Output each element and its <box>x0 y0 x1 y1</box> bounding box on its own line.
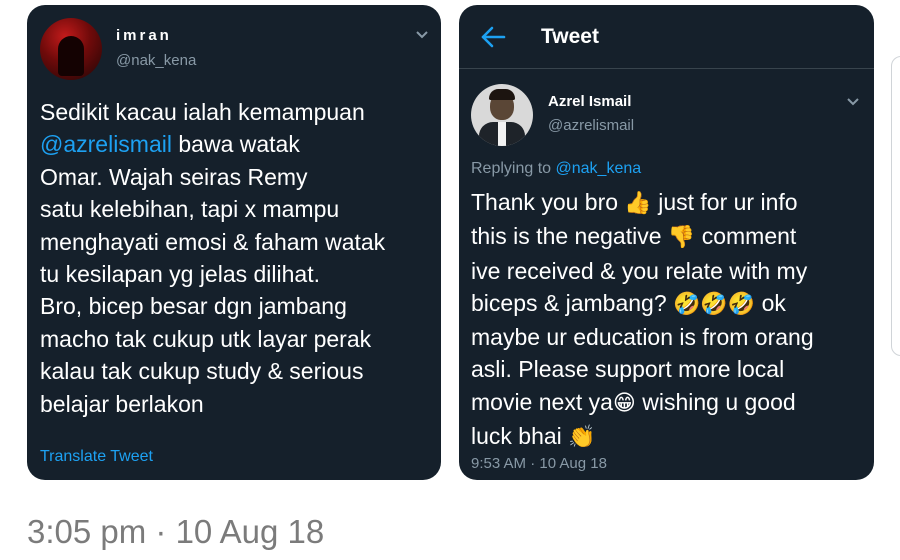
tweet-text: Thank you bro 👍 just for ur info this is … <box>471 186 866 454</box>
tweet-line: asli. Please support more local <box>471 353 866 385</box>
translate-tweet-link[interactable]: Translate Tweet <box>40 448 153 466</box>
replying-handle-link[interactable]: @nak_kena <box>556 160 642 177</box>
tweet-text-segment: luck bhai <box>471 423 569 450</box>
tweet-text-segment: menghayati emosi & faham watak <box>40 228 386 255</box>
avatar-shirt <box>498 122 506 146</box>
tweet-text-segment: tu kesilapan yg jelas dilihat. <box>40 261 320 288</box>
tweet-line: maybe ur education is from orang <box>471 321 866 353</box>
tweet-line: Thank you bro 👍 just for ur info <box>471 186 866 220</box>
chevron-down-icon[interactable] <box>415 30 429 40</box>
display-name[interactable]: Azrel Ismail <box>548 93 631 110</box>
tweet-text-segment: ive received & you relate with my <box>471 257 808 284</box>
tweet-text: Sedikit kacau ialah kemampuan @azrelismai… <box>40 96 432 420</box>
tweet-line: @azrelismail bawa watak <box>40 128 432 160</box>
emoji: 🤣🤣🤣 <box>673 291 756 317</box>
post-timestamp: 3:05 pm · 10 Aug 18 <box>27 513 325 550</box>
emoji: 👍 <box>624 191 652 216</box>
avatar-silhouette <box>58 36 84 76</box>
tweet-text-segment: just for ur info <box>651 189 798 215</box>
tweet-text-segment: belajar berlakon <box>40 390 204 417</box>
tweet-text-segment: kalau tak cukup study & serious <box>40 358 364 385</box>
tweet-line: Omar. Wajah seiras Remy <box>40 161 432 193</box>
tweet-line: Sedikit kacau ialah kemampuan <box>40 96 432 128</box>
left-tweet-card: imran @nak_kena Sedikit kacau ialah kema… <box>27 5 441 480</box>
tweet-text-segment: this is the negative <box>471 223 668 250</box>
tweet-text-segment: satu kelebihan, tapi x mampu <box>40 196 340 223</box>
mention-link[interactable]: @azrelismail <box>40 131 172 157</box>
tweet-text-segment: Thank you bro <box>471 189 625 215</box>
tweet-line: Bro, bicep besar dgn jambang <box>40 290 432 322</box>
emoji: 👏 <box>568 425 596 451</box>
profile-avatar[interactable] <box>40 18 102 80</box>
user-handle[interactable]: @nak_kena <box>116 52 196 69</box>
tweet-line: belajar berlakon <box>40 388 432 420</box>
emoji: 👎 <box>667 225 696 251</box>
tweet-line: this is the negative 👎 comment <box>471 220 866 254</box>
page-title: Tweet <box>541 25 599 48</box>
tweet-line: macho tak cukup utk layar perak <box>40 323 432 355</box>
tweet-line: luck bhai 👏 <box>471 420 866 454</box>
emoji: 😁 <box>612 390 636 416</box>
tweet-text-segment: Bro, bicep besar dgn jambang <box>40 293 347 320</box>
avatar-hair <box>489 89 515 100</box>
tweet-line: menghayati emosi & faham watak <box>40 226 432 258</box>
adjacent-card-edge <box>891 56 900 356</box>
replying-to: Replying to @nak_kena <box>471 160 641 178</box>
tweet-text-segment: wishing u good <box>635 388 796 415</box>
tweet-text-segment: Sedikit kacau ialah kemampuan <box>40 99 365 125</box>
tweet-text-segment: maybe ur education is from orang <box>471 324 814 351</box>
tweet-line: biceps & jambang? 🤣🤣🤣 ok <box>471 287 866 321</box>
profile-avatar[interactable] <box>471 84 533 146</box>
tweet-line: ive received & you relate with my <box>471 255 866 287</box>
tweet-detail-view: Tweet Azrel Ismail @azrelismail Replying… <box>459 5 874 480</box>
tweet-text-segment: biceps & jambang? <box>471 289 674 316</box>
replying-prefix: Replying to <box>471 160 556 177</box>
tweet-text-segment: macho tak cukup utk layar perak <box>40 325 372 352</box>
display-name[interactable]: imran <box>116 27 172 44</box>
tweet-text-segment: ok <box>755 289 786 316</box>
top-bar: Tweet <box>459 5 874 69</box>
tweet-line: tu kesilapan yg jelas dilihat. <box>40 258 432 290</box>
tweet-line: satu kelebihan, tapi x mampu <box>40 193 432 225</box>
tweet-text-segment: asli. Please support more local <box>471 356 785 383</box>
user-handle[interactable]: @azrelismail <box>548 117 634 134</box>
back-arrow-icon[interactable] <box>480 25 506 49</box>
tweet-timestamp[interactable]: 9:53 AM · 10 Aug 18 <box>471 455 607 472</box>
tweet-text-segment: movie next ya <box>471 388 613 415</box>
tweet-line: kalau tak cukup study & serious <box>40 355 432 387</box>
tweet-text-segment: Omar. Wajah seiras Remy <box>40 163 308 190</box>
chevron-down-icon[interactable] <box>846 97 860 107</box>
tweet-text-segment: bawa watak <box>171 131 300 158</box>
tweet-line: movie next ya😁 wishing u good <box>471 386 866 420</box>
tweet-text-segment: comment <box>695 223 797 250</box>
